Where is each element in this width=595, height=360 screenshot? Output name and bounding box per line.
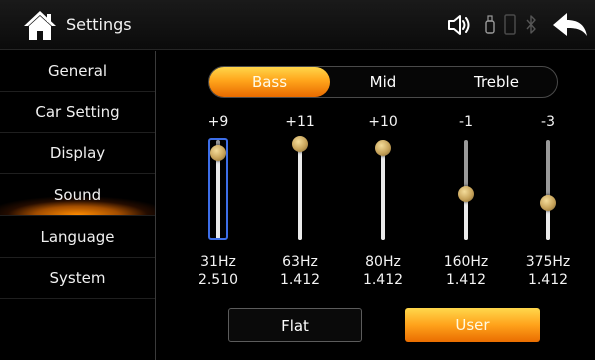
settings-sidebar: General Car Setting Display Sound Langua… bbox=[0, 51, 156, 360]
back-arrow-icon[interactable] bbox=[550, 8, 590, 42]
eq-slider-track[interactable] bbox=[546, 140, 550, 240]
band-frequency-label: 160Hz bbox=[443, 254, 489, 270]
band-gain-label: -3 bbox=[541, 114, 555, 130]
selected-band-outline bbox=[208, 138, 228, 240]
band-gain-label: +11 bbox=[285, 114, 315, 130]
sidebar-item-language[interactable]: Language bbox=[0, 217, 155, 258]
band-frequency-label: 63Hz bbox=[282, 254, 318, 270]
band-frequency-label: 375Hz bbox=[525, 254, 571, 270]
band-gain-label: +10 bbox=[368, 114, 398, 130]
eq-slider-fill bbox=[381, 148, 385, 240]
sidebar-item-sound[interactable]: Sound bbox=[0, 175, 155, 216]
band-frequency-label: 80Hz bbox=[365, 254, 401, 270]
page-title: Settings bbox=[66, 15, 132, 34]
home-icon[interactable] bbox=[22, 8, 58, 42]
band-q-label: 1.412 bbox=[362, 272, 404, 288]
eq-slider-knob[interactable] bbox=[540, 194, 556, 211]
tab-bass[interactable]: Bass bbox=[209, 67, 330, 97]
phone-icon bbox=[504, 14, 516, 35]
band-gain-label: -1 bbox=[459, 114, 473, 130]
eq-slider-knob[interactable] bbox=[458, 186, 474, 203]
sidebar-item-car-setting[interactable]: Car Setting bbox=[0, 92, 155, 133]
sidebar-item-display[interactable]: Display bbox=[0, 133, 155, 174]
usb-icon bbox=[485, 15, 495, 34]
band-selector: Bass Mid Treble bbox=[208, 66, 558, 98]
eq-slider-fill bbox=[298, 144, 302, 240]
band-q-label: 1.412 bbox=[527, 272, 569, 288]
title-bar: Settings bbox=[0, 0, 595, 50]
tab-treble[interactable]: Treble bbox=[436, 67, 557, 97]
band-q-label: 1.412 bbox=[279, 272, 321, 288]
band-gain-label: +9 bbox=[207, 114, 229, 130]
tab-mid[interactable]: Mid bbox=[330, 67, 436, 97]
sidebar-item-system[interactable]: System bbox=[0, 258, 155, 299]
speaker-icon[interactable] bbox=[446, 10, 472, 40]
band-q-label: 2.510 bbox=[197, 272, 239, 288]
eq-slider-knob[interactable] bbox=[375, 140, 391, 157]
user-button[interactable]: User bbox=[405, 308, 540, 342]
band-q-label: 1.412 bbox=[445, 272, 487, 288]
bluetooth-icon bbox=[526, 15, 536, 34]
band-frequency-label: 31Hz bbox=[200, 254, 236, 270]
sidebar-item-general[interactable]: General bbox=[0, 51, 155, 92]
flat-button[interactable]: Flat bbox=[228, 308, 362, 342]
eq-slider-knob[interactable] bbox=[292, 136, 308, 153]
eq-slider-track[interactable] bbox=[298, 140, 302, 240]
